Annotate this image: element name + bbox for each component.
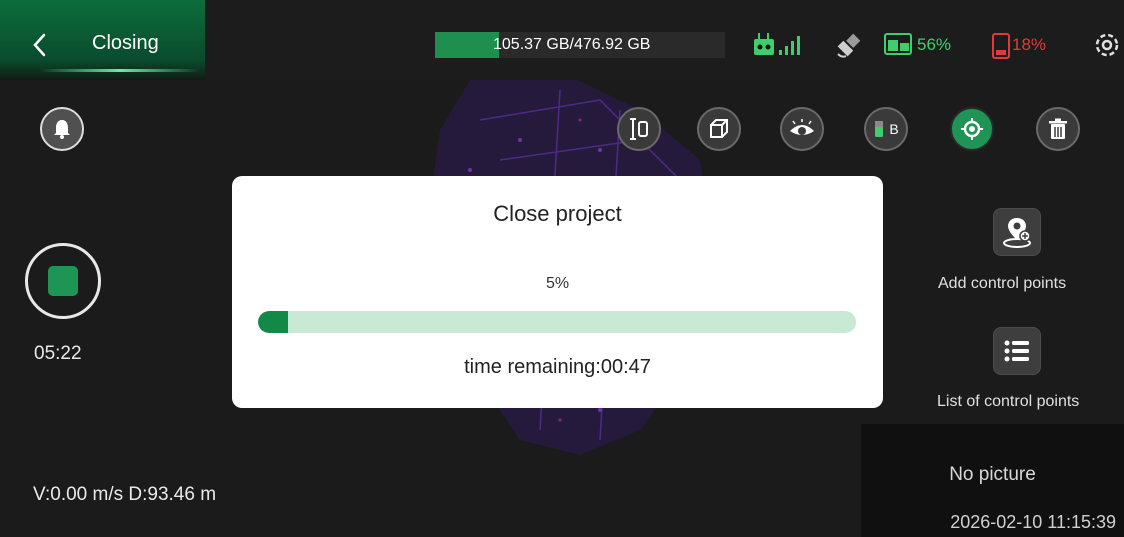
close-project-dialog: Close project 5% time remaining:00:47 — [232, 176, 883, 408]
remote-signal-icon — [754, 33, 800, 55]
notification-button[interactable] — [40, 107, 84, 151]
battery-b-icon — [875, 121, 884, 137]
bell-icon — [54, 120, 70, 139]
controller-battery-text: 56% — [917, 35, 952, 54]
b-mode-label: B — [889, 121, 899, 137]
list-control-points-label: List of control points — [937, 393, 1080, 410]
settings-button[interactable] — [1093, 31, 1121, 59]
dialog-title: Close project — [493, 201, 622, 226]
controller-battery-icon — [884, 33, 912, 55]
b-mode-button[interactable]: B — [864, 107, 908, 151]
delete-button[interactable] — [1036, 107, 1080, 151]
visibility-button[interactable] — [780, 107, 824, 151]
drone-battery-icon — [992, 33, 1010, 59]
trash-icon — [1049, 118, 1067, 139]
progress-percent: 5% — [545, 275, 570, 292]
datetime-text: 2026-02-10 11:15:39 — [950, 512, 1116, 532]
satellite-icon — [837, 33, 861, 58]
record-time: 05:22 — [34, 343, 82, 364]
target-icon — [961, 118, 983, 140]
chevron-left-icon — [33, 33, 46, 57]
eye-icon — [790, 119, 814, 135]
add-point-icon — [1003, 218, 1031, 248]
progress-bar — [258, 311, 856, 333]
status-bar: Closing 105.37 GB/476.92 GB 56% 18% — [0, 0, 1124, 80]
add-control-points-label: Add control points — [938, 275, 1067, 292]
drone-battery-text: 18% — [1012, 35, 1047, 54]
list-icon — [1004, 340, 1029, 362]
page-title: Closing — [92, 32, 159, 54]
no-picture-text: No picture — [949, 464, 1036, 485]
cube-icon — [710, 119, 728, 138]
storage-fill — [435, 32, 500, 58]
back-button[interactable] — [30, 32, 50, 58]
stop-icon — [48, 266, 78, 296]
storage-indicator: 105.37 GB/476.92 GB — [435, 32, 725, 58]
3d-view-button[interactable] — [697, 107, 741, 151]
height-tool-button[interactable] — [617, 107, 661, 151]
progress-fill — [258, 311, 288, 333]
app-screen: Closing 105.37 GB/476.92 GB 56% 18% B 05… — [0, 0, 1124, 537]
picture-panel: No picture 2026-02-10 11:15:39 — [861, 424, 1124, 537]
telemetry-text: V:0.00 m/s D:93.46 m — [33, 484, 217, 505]
height-ruler-icon — [630, 118, 648, 140]
list-control-points-button[interactable] — [993, 327, 1041, 375]
time-remaining: time remaining:00:47 — [464, 356, 651, 378]
add-control-points-button[interactable] — [993, 208, 1041, 256]
storage-text: 105.37 GB/476.92 GB — [493, 36, 651, 53]
locate-button[interactable] — [950, 107, 994, 151]
